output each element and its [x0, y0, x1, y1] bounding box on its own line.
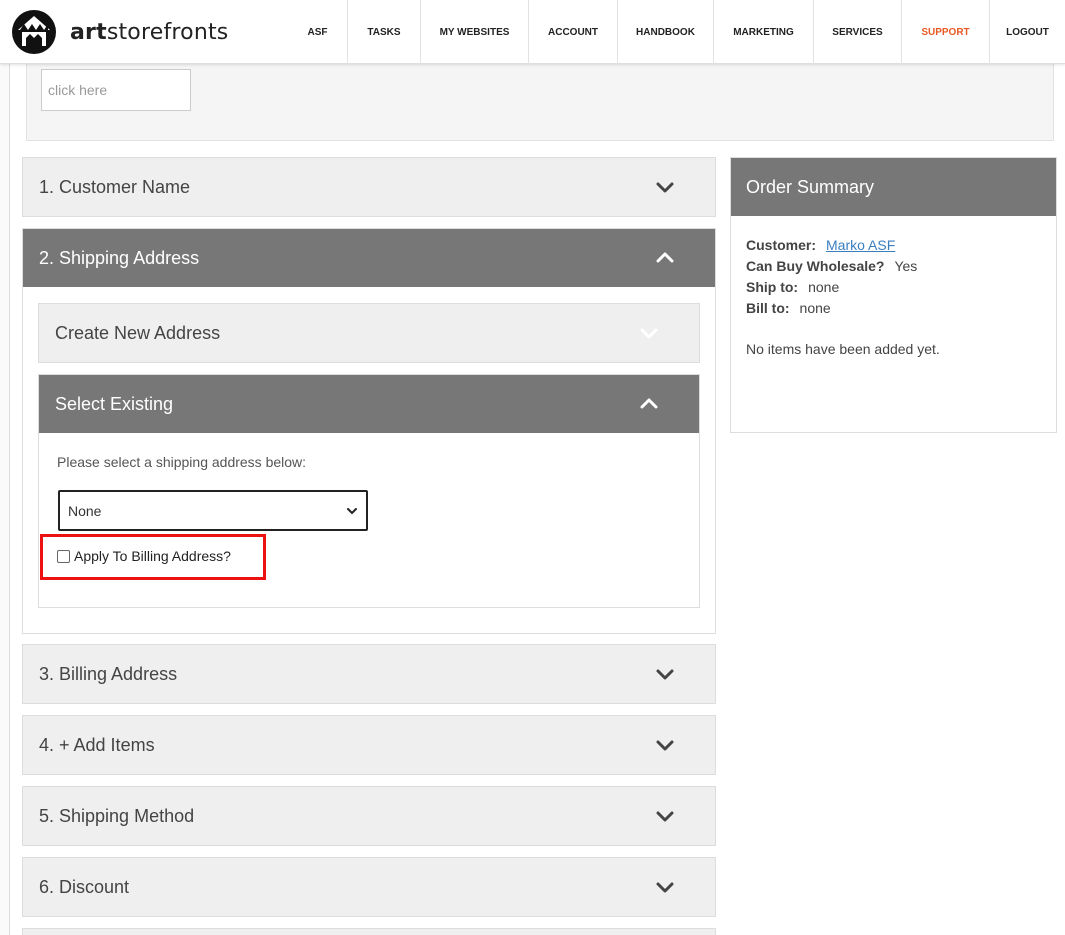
top-header: artstorefronts ASF TASKS MY WEBSITES ACC… — [0, 0, 1065, 64]
click-here-input[interactable] — [41, 69, 191, 111]
apply-billing-checkbox[interactable] — [57, 549, 70, 563]
nav-services[interactable]: SERVICES — [813, 0, 901, 64]
summary-ship-row: Ship to: none — [746, 279, 839, 295]
order-summary: Order Summary Customer: Marko ASF Can Buy… — [730, 157, 1057, 433]
nav-asf[interactable]: ASF — [288, 0, 347, 64]
create-new-address-header[interactable]: Create New Address — [39, 304, 699, 362]
create-new-address-panel: Create New Address — [38, 303, 700, 363]
select-existing-header[interactable]: Select Existing — [39, 375, 699, 433]
summary-wholesale-value: Yes — [894, 258, 918, 274]
section-discount-header[interactable]: 6. Discount — [23, 858, 715, 916]
create-new-address-title: Create New Address — [55, 322, 221, 343]
summary-bill-label: Bill to: — [746, 300, 790, 316]
section-add-items-title: 4. + Add Items — [39, 734, 155, 755]
section-add-items: 4. + Add Items — [22, 715, 716, 775]
section-next-partial — [22, 928, 716, 935]
chevron-down-icon — [655, 735, 675, 755]
nav-logout[interactable]: LOGOUT — [989, 0, 1065, 64]
section-add-items-header[interactable]: 4. + Add Items — [23, 716, 715, 774]
summary-customer-link[interactable]: Marko ASF — [826, 237, 895, 253]
section-shipping-method: 5. Shipping Method — [22, 786, 716, 846]
shipping-address-select[interactable]: None — [58, 490, 368, 531]
summary-bill-row: Bill to: none — [746, 300, 831, 316]
chevron-up-icon — [639, 394, 659, 414]
summary-ship-value: none — [808, 279, 840, 295]
chevron-down-icon — [655, 177, 675, 197]
summary-customer-label: Customer: — [746, 237, 817, 253]
nav-my-websites[interactable]: MY WEBSITES — [420, 0, 528, 64]
select-existing-title: Select Existing — [55, 393, 174, 414]
section-discount-title: 6. Discount — [39, 876, 130, 897]
logo[interactable]: artstorefronts — [10, 8, 228, 56]
chevron-up-icon — [655, 248, 675, 268]
summary-wholesale-row: Can Buy Wholesale? Yes — [746, 258, 917, 274]
summary-customer-row: Customer: Marko ASF — [746, 237, 895, 253]
nav-support[interactable]: SUPPORT — [901, 0, 989, 64]
chevron-down-icon — [347, 507, 357, 514]
order-summary-title: Order Summary — [731, 158, 1056, 216]
nav-account[interactable]: ACCOUNT — [528, 0, 617, 64]
nav-handbook[interactable]: HANDBOOK — [617, 0, 713, 64]
section-shipping-address-header[interactable]: 2. Shipping Address — [23, 229, 715, 287]
section-customer-name-header[interactable]: 1. Customer Name — [23, 158, 715, 216]
section-shipping-method-title: 5. Shipping Method — [39, 805, 195, 826]
shipping-address-select-value: None — [68, 502, 102, 519]
chevron-down-icon — [655, 664, 675, 684]
section-shipping-address-title: 2. Shipping Address — [39, 247, 200, 268]
main-nav: ASF TASKS MY WEBSITES ACCOUNT HANDBOOK M… — [288, 0, 1065, 64]
nav-marketing[interactable]: MARKETING — [713, 0, 813, 64]
logo-text: artstorefronts — [70, 19, 229, 45]
chevron-down-icon — [639, 323, 659, 343]
apply-billing-label: Apply To Billing Address? — [74, 548, 231, 564]
left-rail — [0, 64, 10, 935]
storefront-logo-icon — [12, 10, 56, 54]
top-box — [26, 64, 1054, 141]
section-billing-address-title: 3. Billing Address — [39, 663, 178, 684]
apply-billing-row[interactable]: Apply To Billing Address? — [57, 548, 231, 564]
section-customer-name: 1. Customer Name — [22, 157, 716, 217]
summary-ship-label: Ship to: — [746, 279, 799, 295]
section-discount: 6. Discount — [22, 857, 716, 917]
shipping-instruction: Please select a shipping address below: — [57, 454, 307, 470]
summary-empty-text: No items have been added yet. — [746, 341, 940, 357]
section-customer-name-title: 1. Customer Name — [39, 176, 191, 197]
summary-wholesale-label: Can Buy Wholesale? — [746, 258, 885, 274]
chevron-down-icon — [655, 877, 675, 897]
section-billing-address-header[interactable]: 3. Billing Address — [23, 645, 715, 703]
summary-bill-value: none — [799, 300, 831, 316]
chevron-down-icon — [655, 806, 675, 826]
section-shipping-method-header[interactable]: 5. Shipping Method — [23, 787, 715, 845]
section-billing-address: 3. Billing Address — [22, 644, 716, 704]
nav-tasks[interactable]: TASKS — [347, 0, 420, 64]
